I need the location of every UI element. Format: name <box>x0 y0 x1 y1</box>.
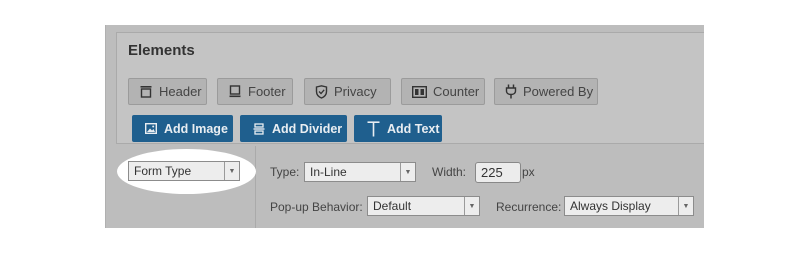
type-label: Type: <box>270 165 300 179</box>
add-text-button[interactable]: Add Text <box>354 115 442 142</box>
add-text-label: Add Text <box>387 121 440 136</box>
plug-icon <box>505 84 517 99</box>
type-value: In-Line <box>310 165 347 179</box>
privacy-button[interactable]: Privacy <box>304 78 391 105</box>
footer-button[interactable]: Footer <box>217 78 293 105</box>
elements-title: Elements <box>128 42 195 59</box>
form-type-value: Form Type <box>134 164 192 178</box>
privacy-button-label: Privacy <box>334 84 377 99</box>
header-button-label: Header <box>159 84 202 99</box>
add-divider-button[interactable]: Add Divider <box>240 115 347 142</box>
counter-button-label: Counter <box>433 84 480 99</box>
powered-by-button[interactable]: Powered By <box>494 78 598 105</box>
add-image-button[interactable]: Add Image <box>132 115 233 142</box>
counter-button[interactable]: Counter <box>401 78 485 105</box>
recurrence-select[interactable]: Always Display ▼ <box>564 196 694 216</box>
popup-label: Pop-up Behavior: <box>270 200 363 214</box>
width-label: Width: <box>432 165 467 179</box>
popup-value: Default <box>373 199 412 213</box>
recurrence-value: Always Display <box>570 199 651 213</box>
chevron-down-icon: ▼ <box>224 162 239 180</box>
add-image-label: Add Image <box>164 121 228 136</box>
header-button[interactable]: Header <box>128 78 207 105</box>
elements-section: Elements Header Footer Privacy Counter P… <box>116 32 704 144</box>
form-type-select[interactable]: Form Type ▼ <box>128 161 240 181</box>
image-icon <box>145 123 157 134</box>
width-unit: px <box>522 165 535 179</box>
add-divider-label: Add Divider <box>272 121 343 136</box>
footer-button-label: Footer <box>248 84 286 99</box>
header-icon <box>140 86 152 98</box>
recurrence-label: Recurrence: <box>496 200 562 214</box>
chevron-down-icon: ▼ <box>400 163 415 181</box>
counter-icon <box>412 85 427 98</box>
width-value: 225 <box>481 165 503 180</box>
divider-icon <box>253 122 265 135</box>
text-icon <box>367 120 380 136</box>
powered-by-button-label: Powered By <box>523 84 594 99</box>
chevron-down-icon: ▼ <box>464 197 479 215</box>
shield-icon <box>315 84 328 99</box>
footer-icon <box>229 85 241 98</box>
chevron-down-icon: ▼ <box>678 197 693 215</box>
type-select[interactable]: In-Line ▼ <box>304 162 416 182</box>
popup-select[interactable]: Default ▼ <box>367 196 480 216</box>
width-input[interactable]: 225 <box>475 162 521 183</box>
